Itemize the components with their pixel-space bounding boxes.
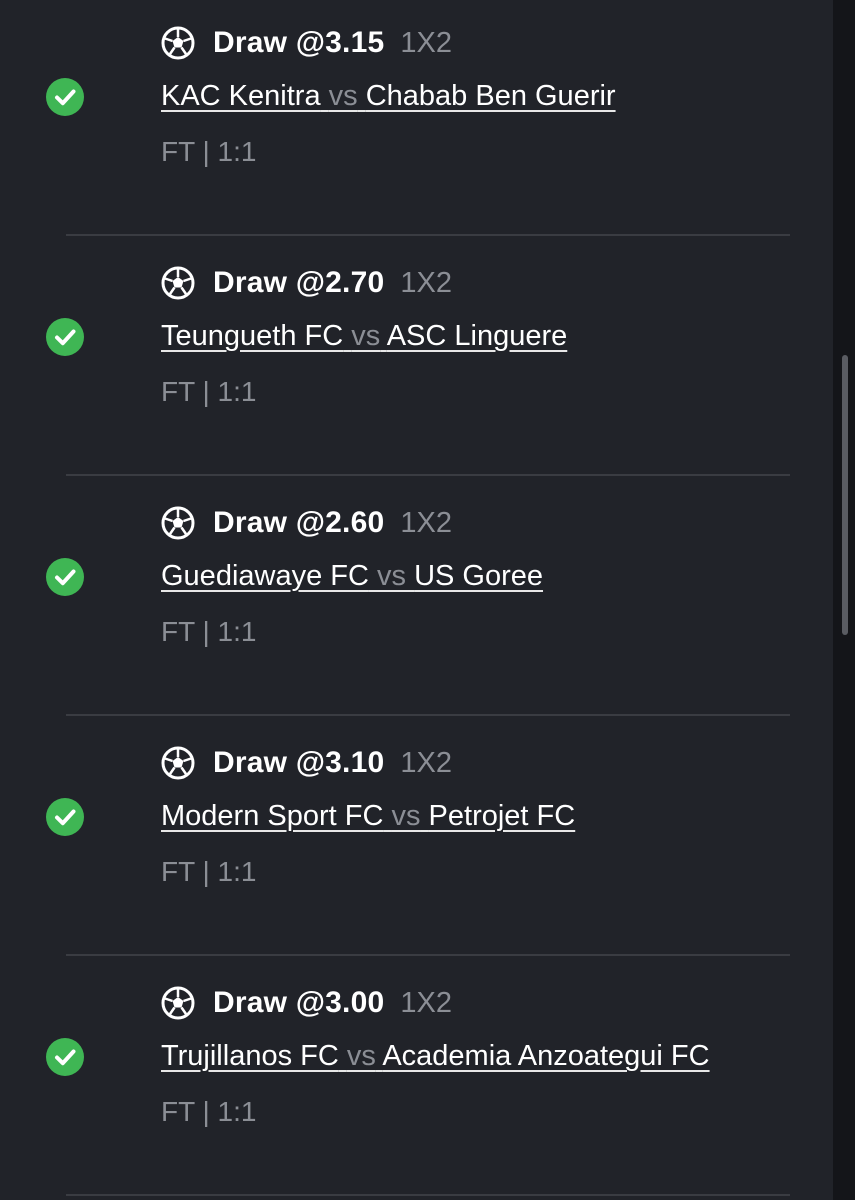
home-team: Modern Sport FC: [161, 800, 384, 832]
bet-pick-odds: Draw @3.10: [213, 746, 385, 779]
divider: [66, 954, 790, 956]
match-result: FT | 1:1: [161, 376, 257, 407]
bet-pick-odds: Draw @3.00: [213, 986, 385, 1019]
bet-pick-odds: Draw @2.60: [213, 506, 385, 539]
match-result: FT | 1:1: [161, 616, 257, 647]
bet-selection-row: Draw @3.10 1X2: [161, 742, 452, 784]
bet-selection-row: Draw @2.70 1X2: [161, 262, 452, 304]
away-team: Chabab Ben Guerir: [365, 80, 616, 112]
vs-label: vs: [377, 560, 406, 592]
soccer-ball-icon: [161, 746, 195, 780]
home-team: Guediawaye FC: [161, 560, 369, 592]
bet-market: 1X2: [400, 986, 452, 1019]
soccer-ball-icon: [161, 26, 195, 60]
bet-market: 1X2: [400, 266, 452, 299]
bet-market: 1X2: [400, 506, 452, 539]
divider: [66, 474, 790, 476]
bet-item: Draw @2.70 1X2 Teungueth FC vs ASC Lingu…: [0, 240, 833, 480]
soccer-ball-icon: [161, 266, 195, 300]
match-link[interactable]: KAC Kenitra vs Chabab Ben Guerir: [161, 80, 616, 113]
vs-label: vs: [351, 320, 381, 352]
vs-label: vs: [391, 800, 421, 832]
divider: [66, 1194, 790, 1196]
bet-item: Draw @3.00 1X2 Trujillanos FC vs Academi…: [0, 960, 833, 1200]
soccer-ball-icon: [161, 506, 195, 540]
bet-pick-odds: Draw @3.15: [213, 26, 385, 59]
away-team: Academia Anzoategui FC: [382, 1040, 710, 1072]
soccer-ball-icon: [161, 986, 195, 1020]
bet-list-panel: Draw @3.15 1X2 KAC Kenitra vs Chabab Ben…: [0, 0, 833, 1200]
match-link[interactable]: Teungueth FC vs ASC Linguere: [161, 320, 567, 353]
check-circle-icon: [46, 318, 84, 356]
away-team: Petrojet FC: [428, 800, 576, 832]
divider: [66, 234, 790, 236]
match-result: FT | 1:1: [161, 1096, 257, 1127]
match-link[interactable]: Trujillanos FC vs Academia Anzoategui FC: [161, 1040, 710, 1073]
check-circle-icon: [46, 558, 84, 596]
scrollbar-thumb[interactable]: [842, 355, 848, 635]
vs-label: vs: [346, 1040, 376, 1072]
bet-selection-row: Draw @2.60 1X2: [161, 502, 452, 544]
check-circle-icon: [46, 1038, 84, 1076]
bet-item: Draw @3.15 1X2 KAC Kenitra vs Chabab Ben…: [0, 0, 833, 240]
bet-item: Draw @2.60 1X2 Guediawaye FC vs US Goree…: [0, 480, 833, 720]
vs-label: vs: [328, 80, 358, 112]
match-link[interactable]: Guediawaye FC vs US Goree: [161, 560, 543, 593]
away-team: ASC Linguere: [386, 320, 568, 352]
divider: [66, 714, 790, 716]
bet-selection-row: Draw @3.15 1X2: [161, 22, 452, 64]
bet-pick-odds: Draw @2.70: [213, 266, 385, 299]
bet-market: 1X2: [400, 26, 452, 59]
home-team: Teungueth FC: [161, 320, 344, 352]
away-team: US Goree: [414, 560, 544, 592]
home-team: KAC Kenitra: [161, 80, 321, 112]
check-circle-icon: [46, 78, 84, 116]
match-result: FT | 1:1: [161, 856, 257, 887]
bet-item: Draw @3.10 1X2 Modern Sport FC vs Petroj…: [0, 720, 833, 960]
home-team: Trujillanos FC: [161, 1040, 339, 1072]
match-result: FT | 1:1: [161, 136, 257, 167]
match-link[interactable]: Modern Sport FC vs Petrojet FC: [161, 800, 575, 833]
check-circle-icon: [46, 798, 84, 836]
bet-selection-row: Draw @3.00 1X2: [161, 982, 452, 1024]
bet-market: 1X2: [400, 746, 452, 779]
